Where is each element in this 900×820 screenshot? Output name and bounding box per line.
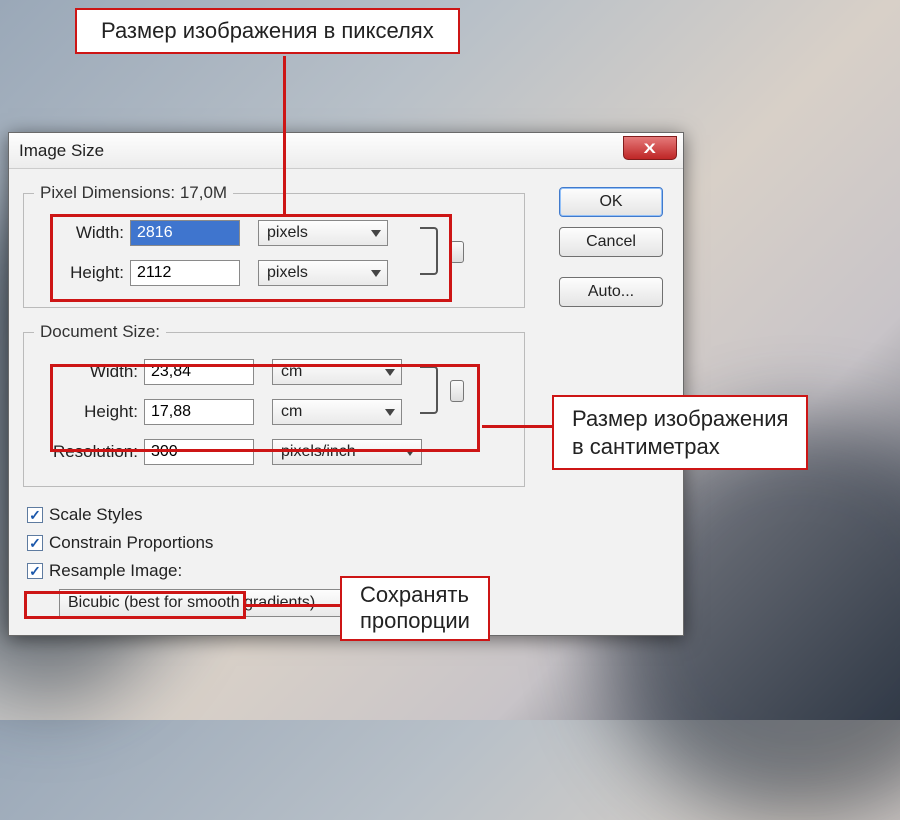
callout-text: пропорции <box>360 608 470 634</box>
pixel-dimensions-legend: Pixel Dimensions: 17,0M <box>34 183 233 203</box>
constrain-proportions-row[interactable]: ✓ Constrain Proportions <box>27 529 669 557</box>
callout-text: в сантиметрах <box>572 433 788 461</box>
check-icon: ✓ <box>29 536 41 550</box>
resample-image-checkbox[interactable]: ✓ <box>27 563 43 579</box>
annotation-line <box>482 425 552 428</box>
close-button[interactable]: X <box>623 136 677 160</box>
resample-image-label: Resample Image: <box>49 561 182 581</box>
callout-cm-size: Размер изображения в сантиметрах <box>552 395 808 470</box>
dialog-buttons: OK Cancel Auto... <box>559 187 663 307</box>
constrain-proportions-checkbox[interactable]: ✓ <box>27 535 43 551</box>
check-icon: ✓ <box>29 564 41 578</box>
annotation-box-constrain <box>24 591 246 619</box>
callout-pixel-size: Размер изображения в пикселях <box>75 8 460 54</box>
dialog-title: Image Size <box>19 141 104 161</box>
check-icon: ✓ <box>29 508 41 522</box>
scale-styles-checkbox[interactable]: ✓ <box>27 507 43 523</box>
callout-text: Размер изображения в пикселях <box>101 18 434 43</box>
ok-button[interactable]: OK <box>559 187 663 217</box>
annotation-line <box>246 604 340 607</box>
auto-button[interactable]: Auto... <box>559 277 663 307</box>
chain-icon[interactable] <box>450 241 464 263</box>
callout-text: Размер изображения <box>572 405 788 433</box>
dialog-titlebar[interactable]: Image Size X <box>9 133 683 169</box>
close-icon: X <box>644 140 656 156</box>
annotation-box-pixels <box>50 214 452 302</box>
annotation-box-cm <box>50 364 480 452</box>
scale-styles-label: Scale Styles <box>49 505 143 525</box>
callout-constrain: Сохранять пропорции <box>340 576 490 641</box>
cancel-button[interactable]: Cancel <box>559 227 663 257</box>
scale-styles-row[interactable]: ✓ Scale Styles <box>27 501 669 529</box>
callout-text: Сохранять <box>360 582 470 608</box>
document-size-legend: Document Size: <box>34 322 166 342</box>
constrain-proportions-label: Constrain Proportions <box>49 533 213 553</box>
annotation-line <box>283 56 286 214</box>
